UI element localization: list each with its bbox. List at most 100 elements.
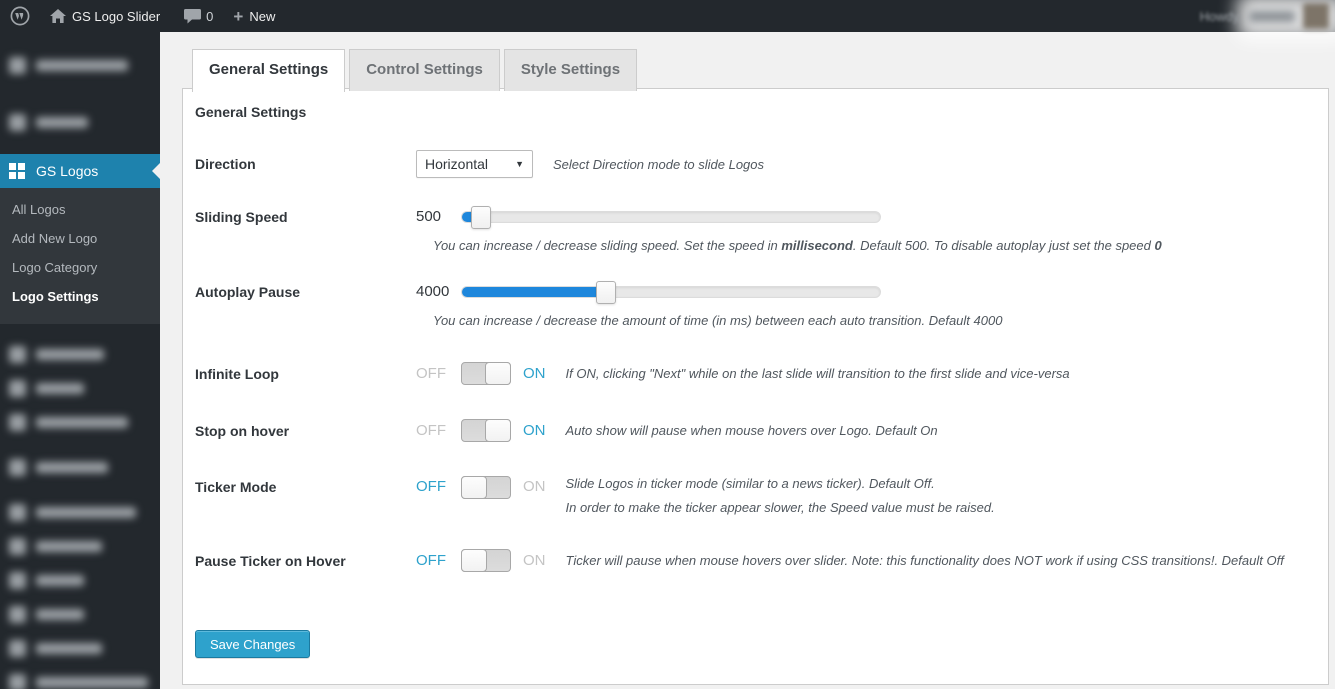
redacted-menu-icon: [9, 379, 26, 397]
redacted-menu-icon: [9, 413, 26, 431]
sidebar-item-redacted[interactable]: [0, 563, 160, 597]
sidebar-item-logo-settings[interactable]: Logo Settings: [0, 282, 160, 311]
redacted-menu-icon: [9, 673, 26, 689]
sidebar-item-redacted[interactable]: [0, 495, 160, 529]
on-label: ON: [523, 422, 546, 439]
off-label: OFF: [416, 365, 446, 382]
comments-menu[interactable]: 0: [174, 0, 223, 32]
infinite-loop-toggle[interactable]: [461, 362, 511, 385]
direction-row: Direction Horizontal ▼ Select Direction …: [195, 150, 1308, 178]
pause-ticker-on-hover-hint: Ticker will pause when mouse hovers over…: [565, 553, 1284, 568]
infinite-loop-label: Infinite Loop: [195, 365, 279, 382]
admin-content: General Settings Control Settings Style Se…: [160, 32, 1335, 689]
redacted-menu-icon: [9, 537, 26, 555]
slider-fill: [462, 286, 607, 297]
on-label: ON: [523, 478, 546, 495]
toggle-knob: [461, 476, 487, 499]
sidebar-item-redacted[interactable]: [0, 597, 160, 631]
sidebar-item-logo-category[interactable]: Logo Category: [0, 253, 160, 282]
wordpress-logo-glyph: [10, 6, 30, 26]
ticker-mode-hint-line2: In order to make the ticker appear slowe…: [565, 500, 995, 515]
sliding-speed-label: Sliding Speed: [195, 208, 288, 225]
direction-selected-value: Horizontal: [425, 156, 489, 172]
sidebar-item-redacted[interactable]: [0, 371, 160, 405]
redacted-menu-icon: [9, 605, 26, 623]
off-label: OFF: [416, 478, 446, 495]
admin-sidebar: GS Logos All Logos Add New Logo Logo Cat…: [0, 32, 160, 689]
plus-icon: +: [233, 6, 244, 26]
ticker-mode-toggle[interactable]: [461, 476, 511, 499]
sidebar-item-redacted[interactable]: [0, 631, 160, 665]
toggle-knob: [485, 419, 511, 442]
sidebar-item-redacted[interactable]: [0, 405, 160, 439]
site-menu[interactable]: GS Logo Slider: [40, 0, 170, 32]
sliding-speed-row: Sliding Speed 500: [195, 205, 1308, 229]
pause-ticker-on-hover-toggle[interactable]: [461, 549, 511, 572]
autoplay-pause-row: Autoplay Pause 4000: [195, 280, 1308, 304]
redacted-menu-icon: [9, 345, 26, 363]
sliding-speed-hint: You can increase / decrease sliding spee…: [433, 238, 1162, 253]
ticker-mode-hints: Slide Logos in ticker mode (similar to a…: [566, 476, 995, 515]
redacted-menu-icon: [9, 56, 26, 74]
off-label: OFF: [416, 552, 446, 569]
settings-tab-bar: General Settings Control Settings Style Se…: [182, 48, 1329, 92]
redacted-menu-icon: [9, 503, 26, 521]
redacted-menu-icon: [9, 113, 26, 131]
autoplay-pause-block: Autoplay Pause 4000 You can increase / d…: [195, 280, 1308, 328]
redacted-menu-icon: [9, 571, 26, 589]
general-settings-panel: General Settings Direction Horizontal ▼ …: [182, 89, 1329, 685]
tab-general-settings[interactable]: General Settings: [192, 49, 346, 92]
stop-on-hover-toggle[interactable]: [461, 419, 511, 442]
sidebar-item-redacted[interactable]: [0, 337, 160, 371]
redacted-menu-icon: [9, 639, 26, 657]
account-menu[interactable]: Howdy,: [1199, 0, 1335, 40]
stop-on-hover-label: Stop on hover: [195, 422, 290, 439]
tab-style-settings[interactable]: Style Settings: [503, 49, 638, 91]
sidebar-item-add-new-logo[interactable]: Add New Logo: [0, 224, 160, 253]
save-changes-button[interactable]: Save Changes: [195, 630, 311, 658]
pause-ticker-on-hover-row: Pause Ticker on Hover OFF ON Ticker will…: [195, 549, 1308, 572]
sidebar-item-redacted[interactable]: [0, 450, 160, 484]
new-content-menu[interactable]: + New: [223, 0, 285, 32]
redacted-menu-icon: [9, 458, 26, 476]
sidebar-item-redacted[interactable]: [0, 105, 160, 139]
sidebar-item-redacted[interactable]: [0, 529, 160, 563]
sidebar-item-all-logos[interactable]: All Logos: [0, 195, 160, 224]
toggle-knob: [485, 362, 511, 385]
ticker-mode-row: Ticker Mode OFF ON Slide Logos in ticker…: [195, 476, 1308, 515]
tab-control-settings[interactable]: Control Settings: [349, 49, 500, 91]
on-label: ON: [523, 365, 546, 382]
direction-label: Direction: [195, 156, 256, 172]
sidebar-item-gs-logos[interactable]: GS Logos: [0, 154, 160, 188]
stop-on-hover-row: Stop on hover OFF ON Auto show will paus…: [195, 419, 1308, 442]
direction-select[interactable]: Horizontal ▼: [416, 150, 533, 178]
gs-logos-label: GS Logos: [36, 163, 99, 179]
autoplay-pause-slider-handle[interactable]: [596, 280, 617, 304]
toggle-knob: [461, 549, 487, 572]
site-name: GS Logo Slider: [72, 8, 161, 24]
current-menu-arrow: [144, 163, 160, 179]
ticker-mode-hint-line1: Slide Logos in ticker mode (similar to a…: [565, 476, 935, 491]
wordpress-logo-icon[interactable]: [0, 0, 40, 32]
howdy-label: Howdy,: [1199, 8, 1242, 24]
ticker-mode-label: Ticker Mode: [195, 479, 277, 495]
sidebar-item-redacted[interactable]: [0, 665, 160, 689]
infinite-loop-hint: If ON, clicking "Next" while on the last…: [565, 366, 1070, 381]
sidebar-item-redacted[interactable]: [0, 48, 160, 82]
autoplay-pause-slider[interactable]: [461, 280, 881, 304]
grid-icon: [9, 163, 25, 179]
comment-bubble-icon: [184, 8, 202, 23]
gs-logos-submenu: All Logos Add New Logo Logo Category Log…: [0, 188, 160, 324]
sliding-speed-slider[interactable]: [461, 205, 881, 229]
admin-bar: GS Logo Slider 0 + New Howdy,: [0, 0, 1335, 40]
new-label: New: [249, 8, 276, 24]
off-label: OFF: [416, 422, 446, 439]
sliding-speed-block: Sliding Speed 500 You can increase / dec…: [195, 205, 1308, 253]
avatar: [1303, 3, 1329, 29]
username-redacted: [1249, 10, 1295, 22]
comment-count: 0: [206, 8, 214, 24]
autoplay-pause-hint: You can increase / decrease the amount o…: [433, 313, 1003, 328]
sliding-speed-slider-handle[interactable]: [470, 205, 491, 229]
home-icon: [50, 8, 66, 23]
sliding-speed-value: 500: [416, 208, 442, 225]
